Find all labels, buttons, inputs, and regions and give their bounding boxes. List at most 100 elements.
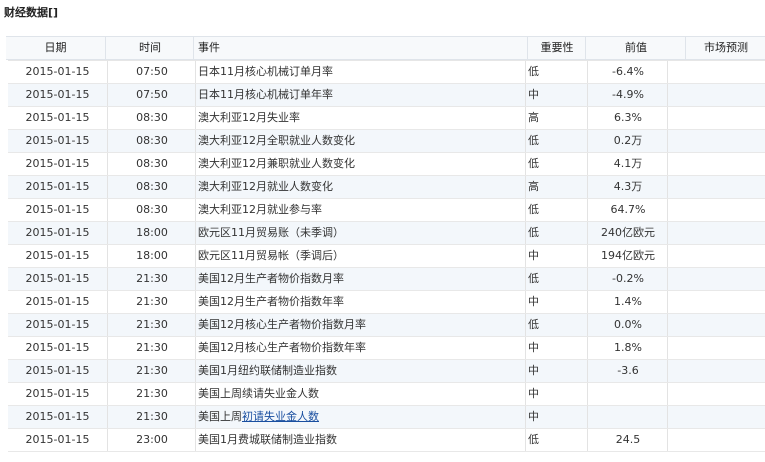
cell-event: 澳大利亚12月失业率 [195,107,528,129]
cell-time: 08:30 [107,199,196,221]
cell-event: 美国上周续请失业金人数 [195,383,528,405]
cell-previous: -3.6 [587,360,668,382]
cell-event: 美国12月生产者物价指数月率 [195,268,528,290]
cell-time: 08:30 [107,107,196,129]
cell-time: 21:30 [107,337,196,359]
cell-time: 08:30 [107,153,196,175]
cell-date: 2015-01-15 [25,295,90,308]
cell-importance: 中 [525,84,588,106]
table-row: 2015-01-15 08:30 澳大利亚12月失业率 高 6.3% [8,107,765,130]
cell-previous: 240亿欧元 [587,222,668,244]
header-forecast[interactable]: 市场预测 [685,37,765,59]
cell-forecast [667,130,765,152]
cell-forecast [667,360,765,382]
table-row: 2015-01-15 08:30 澳大利亚12月就业参与率 低 64.7% [8,199,765,222]
table-header: 日期 时间 事件 重要性 前值 市场预测 [6,36,765,60]
cell-event: 澳大利亚12月就业人数变化 [195,176,528,198]
table-row: 2015-01-15 08:30 澳大利亚12月就业人数变化 高 4.3万 [8,176,765,199]
table-row: 2015-01-15 21:30 美国12月生产者物价指数年率 中 1.4% [8,291,765,314]
cell-previous: 0.2万 [587,130,668,152]
cell-event: 澳大利亚12月全职就业人数变化 [195,130,528,152]
cell-importance: 低 [525,153,588,175]
cell-event: 澳大利亚12月兼职就业人数变化 [195,153,528,175]
cell-time: 07:50 [107,84,196,106]
cell-importance: 低 [525,199,588,221]
cell-event: 美国1月纽约联储制造业指数 [195,360,528,382]
header-event[interactable]: 事件 [193,37,528,59]
cell-time: 18:00 [107,222,196,244]
cell-time: 21:30 [107,291,196,313]
cell-date: 2015-01-15 [25,180,90,193]
cell-previous [587,406,668,428]
cell-time: 07:50 [107,61,196,83]
cell-date: 2015-01-15 [25,433,90,446]
cell-forecast [667,291,765,313]
section-title: 财经数据[] [4,6,59,19]
cell-date: 2015-01-15 [25,65,90,78]
cell-event: 美国12月核心生产者物价指数年率 [195,337,528,359]
cell-previous: 0.0% [587,314,668,336]
cell-importance: 中 [525,383,588,405]
table-row: 2015-01-15 08:30 澳大利亚12月全职就业人数变化 低 0.2万 [8,130,765,153]
cell-previous: 1.4% [587,291,668,313]
table-row: 2015-01-15 21:30 美国1月纽约联储制造业指数 中 -3.6 [8,360,765,383]
cell-event: 澳大利亚12月就业参与率 [195,199,528,221]
cell-date: 2015-01-15 [25,226,90,239]
cell-date: 2015-01-15 [25,364,90,377]
table-row: 2015-01-15 21:30 美国12月核心生产者物价指数年率 中 1.8% [8,337,765,360]
table-row: 2015-01-15 08:30 澳大利亚12月兼职就业人数变化 低 4.1万 [8,153,765,176]
cell-date: 2015-01-15 [25,249,90,262]
table-row: 2015-01-15 21:30 美国12月生产者物价指数月率 低 -0.2% [8,268,765,291]
cell-event: 日本11月核心机械订单年率 [195,84,528,106]
cell-forecast [667,199,765,221]
data-table: 2015-01-15 07:50 日本11月核心机械订单月率 低 -6.4% 2… [8,60,765,452]
cell-time: 21:30 [107,268,196,290]
cell-time: 21:30 [107,383,196,405]
cell-previous: -6.4% [587,61,668,83]
cell-forecast [667,429,765,451]
cell-importance: 中 [525,291,588,313]
cell-event: 欧元区11月贸易账（未季调） [195,222,528,244]
cell-time: 21:30 [107,360,196,382]
header-previous[interactable]: 前值 [585,37,686,59]
cell-forecast [667,84,765,106]
cell-importance: 中 [525,360,588,382]
cell-importance: 低 [525,429,588,451]
cell-importance: 低 [525,314,588,336]
table-row: 2015-01-15 18:00 欧元区11月贸易帐（季调后） 中 194亿欧元 [8,245,765,268]
cell-importance: 高 [525,176,588,198]
cell-date: 2015-01-15 [25,88,90,101]
cell-previous: 4.3万 [587,176,668,198]
cell-date: 2015-01-15 [25,203,90,216]
table-row: 2015-01-15 23:00 美国1月费城联储制造业指数 低 24.5 [8,429,765,452]
cell-previous: -0.2% [587,268,668,290]
cell-date: 2015-01-15 [25,318,90,331]
cell-previous [587,383,668,405]
cell-importance: 中 [525,406,588,428]
header-importance[interactable]: 重要性 [527,37,586,59]
cell-date: 2015-01-15 [25,111,90,124]
cell-event: 美国上周初请失业金人数 [195,406,528,428]
cell-previous: 4.1万 [587,153,668,175]
cell-previous: 64.7% [587,199,668,221]
cell-importance: 高 [525,107,588,129]
cell-date: 2015-01-15 [25,387,90,400]
cell-previous: -4.9% [587,84,668,106]
cell-importance: 低 [525,268,588,290]
cell-forecast [667,383,765,405]
cell-forecast [667,107,765,129]
cell-forecast [667,245,765,267]
event-link[interactable]: 初请失业金人数 [242,410,319,423]
table-row: 2015-01-15 21:30 美国12月核心生产者物价指数月率 低 0.0% [8,314,765,337]
cell-forecast [667,314,765,336]
cell-forecast [667,337,765,359]
header-date[interactable]: 日期 [6,37,105,59]
cell-time: 08:30 [107,130,196,152]
cell-time: 08:30 [107,176,196,198]
cell-date: 2015-01-15 [25,134,90,147]
cell-forecast [667,222,765,244]
cell-previous: 1.8% [587,337,668,359]
event-prefix: 美国上周 [198,410,242,423]
cell-time: 21:30 [107,314,196,336]
header-time[interactable]: 时间 [105,37,194,59]
